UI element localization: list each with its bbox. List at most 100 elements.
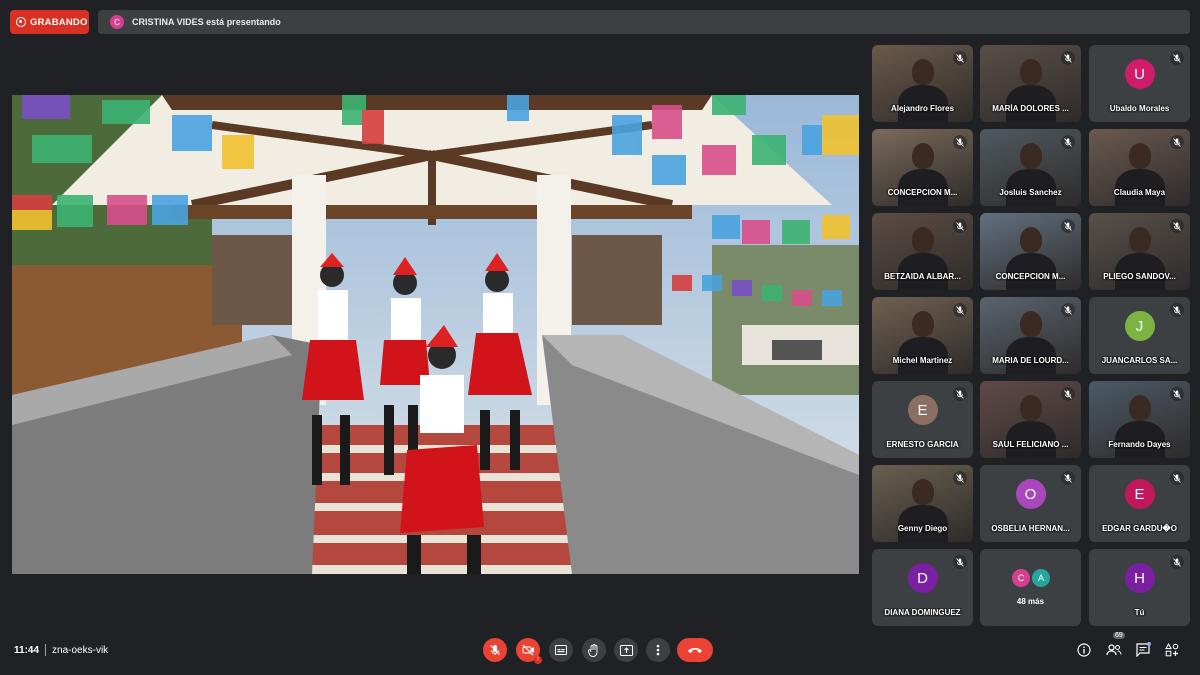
participant-tile[interactable]: Fernando Dayes (1089, 381, 1190, 458)
mic-muted-icon (1170, 555, 1184, 569)
activities-button[interactable] (1164, 642, 1180, 658)
mic-toggle-button[interactable] (483, 638, 507, 662)
presenting-text: CRISTINA VIDES está presentando (132, 17, 281, 27)
participant-silhouette (911, 311, 934, 337)
mic-muted-icon (1170, 51, 1184, 65)
participant-tile[interactable]: E ERNESTO GARCIA (872, 381, 973, 458)
participant-silhouette (1128, 395, 1151, 421)
mic-muted-icon (1061, 471, 1075, 485)
meeting-info: 11:44 zna-oeks-vik (14, 644, 108, 656)
mic-muted-icon (1170, 387, 1184, 401)
recording-badge[interactable]: GRABANDO (10, 10, 89, 34)
participant-avatar: A (1032, 569, 1050, 587)
participant-name: Michel Martinez (892, 356, 953, 365)
mic-muted-icon (1061, 51, 1075, 65)
people-icon (1106, 644, 1122, 656)
chat-button[interactable] (1135, 642, 1151, 658)
participant-name: EDGAR GARDU�O (1102, 524, 1177, 533)
more-options-button[interactable] (646, 638, 670, 662)
presenter-avatar: C (110, 15, 124, 29)
participant-tile[interactable]: E EDGAR GARDU�O (1089, 465, 1190, 542)
mic-muted-icon (953, 219, 967, 233)
mic-muted-icon (953, 471, 967, 485)
participant-name: CONCEPCION M... (887, 188, 958, 197)
mic-muted-icon (1170, 219, 1184, 233)
present-now-button[interactable] (614, 638, 638, 662)
participant-name: PLIEGO SANDOV... (1103, 272, 1176, 281)
participant-name: OSBELIA HERNAN... (991, 524, 1070, 533)
meeting-details-button[interactable] (1076, 642, 1092, 658)
participant-name: MARIA DE LOURD... (992, 356, 1069, 365)
mic-muted-icon (953, 555, 967, 569)
camera-toggle-button[interactable]: ! (516, 638, 542, 664)
mic-muted-icon (1170, 135, 1184, 149)
mic-muted-icon (1170, 471, 1184, 485)
participant-name: Claudia Maya (1113, 188, 1166, 197)
presenting-banner: C CRISTINA VIDES está presentando (98, 10, 1190, 34)
warning-icon: ! (534, 656, 542, 664)
participant-avatar: C (1012, 569, 1030, 587)
participant-tile[interactable]: D DIANA DOMINGUEZ (872, 549, 973, 626)
record-icon (16, 17, 26, 27)
participant-name: DIANA DOMINGUEZ (884, 608, 961, 617)
participant-silhouette (1019, 227, 1042, 253)
participant-silhouette (1128, 143, 1151, 169)
raise-hand-icon (588, 643, 598, 657)
participant-name: Fernando Dayes (1108, 440, 1171, 449)
participant-tile[interactable]: J JUANCARLOS SA... (1089, 297, 1190, 374)
participant-avatar: H (1124, 563, 1155, 593)
participant-tile[interactable]: MARIA DE LOURD... (980, 297, 1081, 374)
raise-hand-button[interactable] (582, 638, 606, 662)
participant-tile[interactable]: MARÍA DOLORES ... (980, 45, 1081, 122)
mic-muted-icon (1061, 135, 1075, 149)
end-call-icon (688, 648, 702, 653)
participant-avatar: E (1124, 479, 1155, 509)
participant-silhouette (1128, 227, 1151, 253)
mic-muted-icon (1061, 219, 1075, 233)
mic-muted-icon (953, 135, 967, 149)
participant-tile[interactable]: CONCEPCION M... (980, 213, 1081, 290)
participant-tile[interactable]: Michel Martinez (872, 297, 973, 374)
mic-off-icon (490, 645, 500, 655)
people-button[interactable] (1106, 642, 1122, 658)
presentation-scene (12, 95, 859, 574)
participant-tile[interactable]: SAUL FELICIANO ... (980, 381, 1081, 458)
participant-silhouette (911, 59, 934, 85)
recording-label: GRABANDO (30, 16, 88, 28)
more-participants-tile[interactable]: C A 48 más (980, 549, 1081, 626)
participant-name: Alejandro Flores (890, 104, 955, 113)
captions-button[interactable] (549, 638, 573, 662)
presentation-video[interactable] (12, 95, 859, 574)
participant-tile[interactable]: Claudia Maya (1089, 129, 1190, 206)
participant-avatar: D (907, 563, 938, 593)
leave-call-button[interactable] (677, 638, 713, 662)
present-icon (619, 644, 633, 656)
info-icon (1077, 643, 1091, 657)
mic-muted-icon (1170, 303, 1184, 317)
participant-tile[interactable]: BETZAIDA ALBAR... (872, 213, 973, 290)
participant-tile[interactable]: CONCEPCION M... (872, 129, 973, 206)
participant-tile[interactable]: H Tú (1089, 549, 1190, 626)
mic-muted-icon (1061, 387, 1075, 401)
more-participants-avatars: CA (1012, 569, 1050, 587)
participant-tile[interactable]: U Ubaldo Morales (1089, 45, 1190, 122)
mic-muted-icon (1061, 303, 1075, 317)
separator (45, 644, 47, 656)
participant-tile[interactable]: O OSBELIA HERNAN... (980, 465, 1081, 542)
participant-tile[interactable]: Alejandro Flores (872, 45, 973, 122)
participant-name: JUANCARLOS SA... (1101, 356, 1178, 365)
participant-tile[interactable]: Josluis Sanchez (980, 129, 1081, 206)
participant-avatar: O (1015, 479, 1046, 509)
more-options-icon (656, 644, 660, 656)
participant-avatar: E (907, 395, 938, 425)
participant-silhouette (911, 479, 934, 505)
participant-avatar: U (1124, 59, 1155, 89)
activities-icon (1165, 643, 1179, 657)
participant-tile[interactable]: PLIEGO SANDOV... (1089, 213, 1190, 290)
more-participants-label: 48 más (1016, 597, 1045, 606)
participant-name: Josluis Sanchez (999, 188, 1062, 197)
chat-notification-dot (1147, 642, 1151, 646)
participant-silhouette (1019, 143, 1042, 169)
participant-name: Ubaldo Morales (1109, 104, 1170, 113)
participant-tile[interactable]: Genny Diego (872, 465, 973, 542)
